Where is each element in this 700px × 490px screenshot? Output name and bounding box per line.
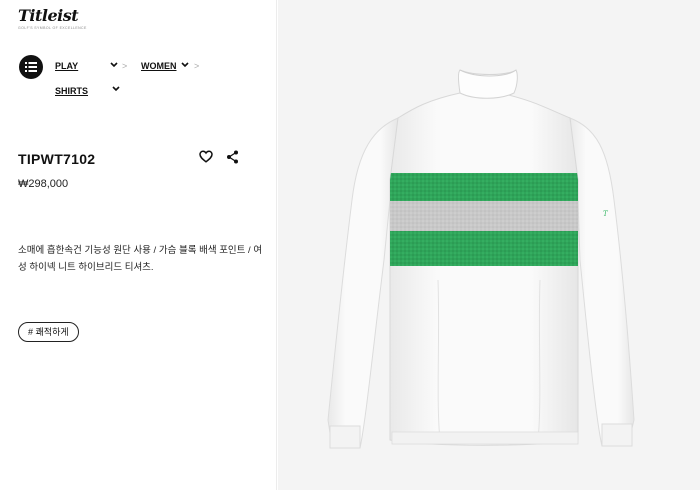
chevron-down-icon[interactable]: [181, 62, 189, 68]
breadcrumb-separator: >: [194, 61, 200, 71]
wishlist-button[interactable]: [199, 150, 213, 168]
product-price: ₩298,000: [18, 178, 69, 190]
left-sleeve: [327, 117, 399, 449]
gray-stripe: [390, 201, 578, 231]
product-image-panel: T: [278, 0, 700, 490]
menu-icon: [25, 62, 37, 72]
heart-icon: [199, 150, 213, 163]
product-description: 소매에 흡한속건 기능성 원단 사용 / 가슴 블록 배색 포인트 / 여성 하…: [18, 245, 263, 273]
brand-tagline: Golf's Symbol of Excellence: [18, 26, 87, 30]
breadcrumb-separator: >: [122, 61, 128, 71]
product-image: T: [327, 69, 635, 449]
shirt-body: [389, 92, 579, 446]
brand-logo-text: Titleist: [18, 6, 79, 25]
chevron-down-icon[interactable]: [112, 86, 120, 92]
breadcrumb-item-play[interactable]: PLAY: [55, 61, 78, 71]
product-title: TIPWT7102: [18, 151, 96, 167]
breadcrumb-item-women[interactable]: WOMEN: [141, 61, 177, 71]
green-stripe-bottom: [390, 231, 578, 266]
brand-logo[interactable]: Titleist Golf's Symbol of Excellence: [18, 6, 87, 30]
chevron-down-icon[interactable]: [110, 62, 118, 68]
product-info-panel: Titleist Golf's Symbol of Excellence PLA…: [0, 0, 277, 490]
green-stripe-top: [390, 173, 578, 201]
menu-button[interactable]: [19, 55, 43, 79]
right-sleeve: [569, 117, 635, 447]
share-button[interactable]: [226, 150, 239, 169]
hashtag-chip[interactable]: # 쾌적하게: [18, 322, 79, 342]
breadcrumb-item-shirts[interactable]: SHIRTS: [55, 86, 88, 96]
share-icon: [227, 150, 238, 164]
